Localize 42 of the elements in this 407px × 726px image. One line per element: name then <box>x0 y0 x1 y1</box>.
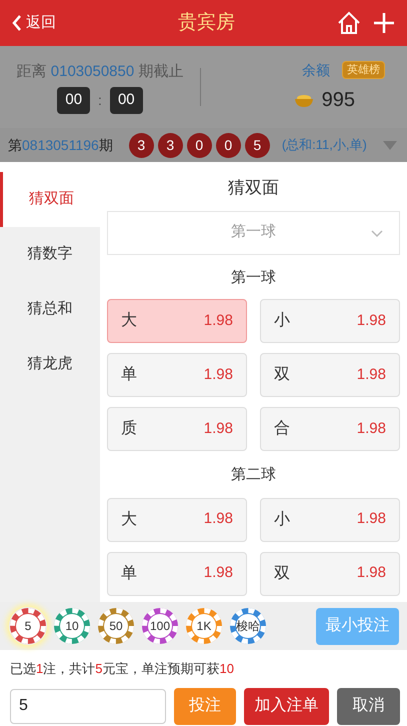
home-icon[interactable] <box>337 11 361 35</box>
bet-option[interactable]: 大 1.98 <box>107 498 247 542</box>
page-title: 贵宾房 <box>178 10 235 35</box>
chip-button[interactable]: 100 <box>141 607 179 645</box>
bet-option[interactable]: 单 1.98 <box>107 552 247 596</box>
bet-option[interactable]: 质 1.98 <box>107 407 247 451</box>
category-tab[interactable]: 猜龙虎 <box>0 337 100 392</box>
back-button[interactable]: 返回 <box>12 12 56 34</box>
category-tab[interactable]: 猜双面 <box>0 172 100 227</box>
draw-issue-text: 第0813051196期 <box>8 136 113 154</box>
bet-option[interactable]: 单 1.98 <box>107 353 247 397</box>
plus-icon[interactable] <box>373 12 395 34</box>
chip-button[interactable]: 5 <box>9 607 47 645</box>
chevron-down-icon <box>371 230 383 238</box>
bet-summary: 已选1注，共计5元宝，单注预期可获10 <box>9 660 235 678</box>
group-title: 第二球 <box>230 465 277 485</box>
chip-button[interactable]: 10 <box>53 607 91 645</box>
add-to-slip-button[interactable]: 加入注单 <box>244 688 329 724</box>
coin-bowl-icon <box>294 92 314 106</box>
countdown-text: 距离 0103050850 期截止 <box>16 62 184 82</box>
chip-button[interactable]: 梭哈 <box>229 607 267 645</box>
draw-summary: (总和:11,小,单) <box>282 136 367 154</box>
balance-label: 余额 <box>302 60 330 80</box>
bet-option[interactable]: 双 1.98 <box>260 353 400 397</box>
bet-option[interactable]: 双 1.98 <box>260 552 400 596</box>
countdown-minutes: 00 <box>57 87 90 114</box>
cancel-button[interactable]: 取消 <box>337 688 400 724</box>
category-tab[interactable]: 猜数字 <box>0 227 100 282</box>
bet-option[interactable]: 大 1.98 <box>107 299 247 343</box>
countdown-seconds: 00 <box>110 87 143 114</box>
chip-button[interactable]: 1K <box>185 607 223 645</box>
back-icon <box>12 15 22 31</box>
amount-input[interactable]: 5 <box>10 688 166 724</box>
group-title: 第一球 <box>230 268 277 288</box>
balance-amount: 995 <box>322 88 355 112</box>
bet-option[interactable]: 小 1.98 <box>260 498 400 542</box>
bet-option[interactable]: 合 1.98 <box>260 407 400 451</box>
category-tab[interactable]: 猜总和 <box>0 282 100 337</box>
panel-title: 猜双面 <box>227 177 280 199</box>
chip-button[interactable]: 50 <box>97 607 135 645</box>
countdown-separator: : <box>98 90 102 110</box>
bet-option[interactable]: 小 1.98 <box>260 299 400 343</box>
